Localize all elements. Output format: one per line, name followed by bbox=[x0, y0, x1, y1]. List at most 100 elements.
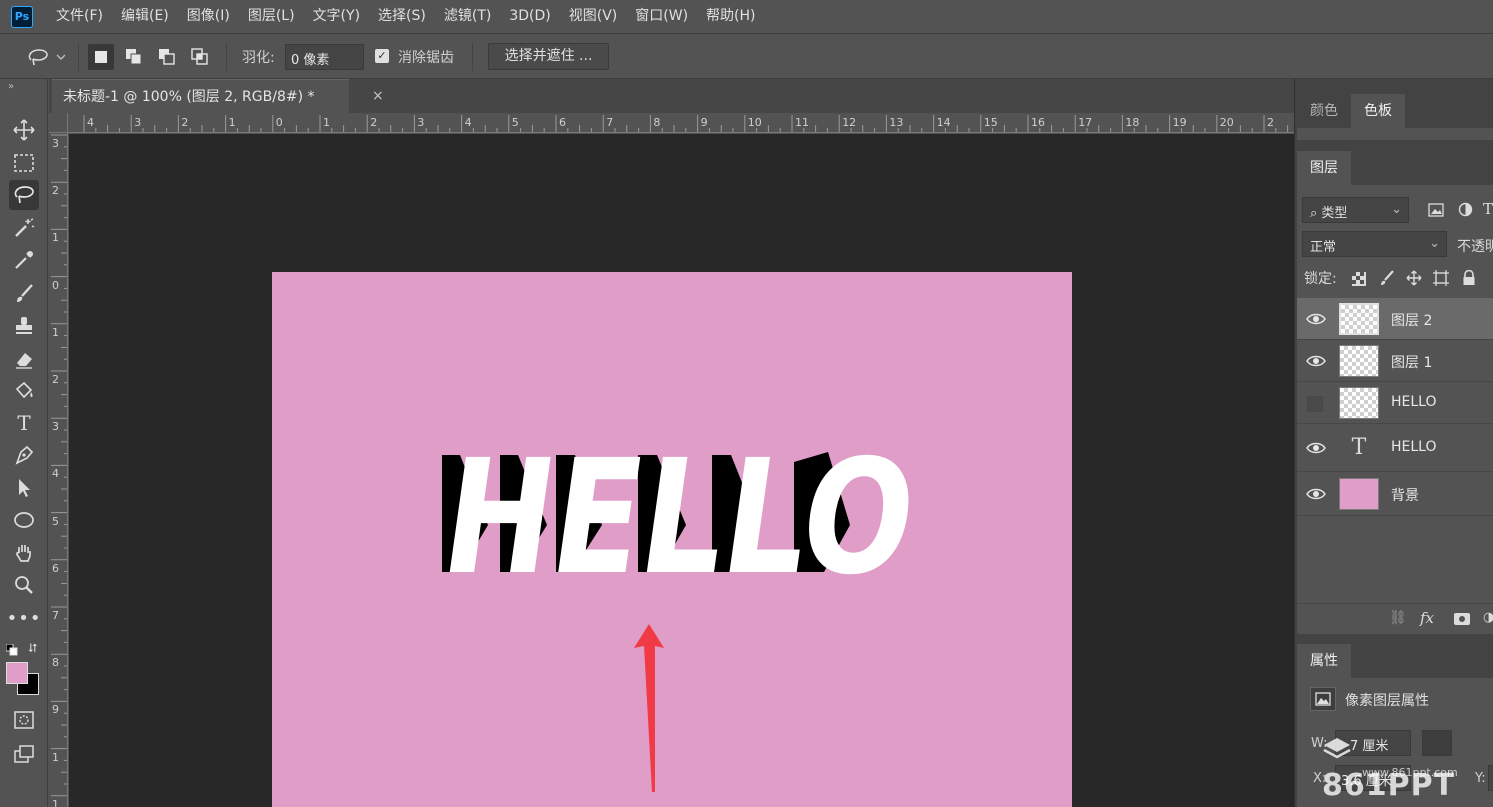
menu-layer[interactable]: 图层(L) bbox=[239, 0, 304, 33]
foreground-color-swatch[interactable] bbox=[6, 662, 28, 684]
marquee-tool-icon[interactable] bbox=[9, 148, 39, 178]
menu-file[interactable]: 文件(F) bbox=[47, 0, 112, 33]
tab-swatches[interactable]: 色板 bbox=[1351, 94, 1405, 128]
tab-layers[interactable]: 图层 bbox=[1297, 151, 1351, 185]
layer-row[interactable]: 图层 2 bbox=[1297, 298, 1493, 340]
layer-row[interactable]: HELLO bbox=[1297, 382, 1493, 424]
antialias-checkbox[interactable]: ✓ bbox=[375, 49, 389, 63]
photoshop-logo: Ps bbox=[11, 5, 33, 28]
menu-window[interactable]: 窗口(W) bbox=[626, 0, 697, 33]
ruler-tick-label: 4 bbox=[464, 116, 472, 129]
watermark-stack-icon bbox=[1323, 738, 1351, 759]
document-tab[interactable]: 未标题-1 @ 100% (图层 2, RGB/8#) * bbox=[52, 79, 349, 113]
menu-filter[interactable]: 滤镜(T) bbox=[435, 0, 500, 33]
document-canvas[interactable]: HELLO bbox=[272, 272, 1072, 807]
hello-artwork: HELLO bbox=[433, 427, 927, 610]
quick-mask-icon[interactable] bbox=[9, 705, 39, 735]
ruler-tick-label: 7 bbox=[606, 116, 614, 129]
brush-tool-icon[interactable] bbox=[9, 279, 39, 309]
ellipse-tool-icon[interactable] bbox=[9, 505, 39, 535]
ruler-tick-label: 19 bbox=[1172, 116, 1187, 129]
intersect-selection-icon[interactable] bbox=[187, 44, 213, 70]
adjustment-layer-icon[interactable]: ◑ bbox=[1483, 610, 1493, 625]
lock-position-icon[interactable] bbox=[1406, 270, 1422, 290]
screen-mode-icon[interactable] bbox=[9, 739, 39, 769]
subtract-from-selection-icon[interactable] bbox=[154, 44, 180, 70]
layer-row[interactable]: T HELLO bbox=[1297, 424, 1493, 472]
ruler-tick-label: 9 bbox=[700, 116, 708, 129]
canvas-workspace[interactable]: HELLO bbox=[69, 134, 1294, 807]
lock-transparency-icon[interactable] bbox=[1352, 271, 1366, 290]
layer-style-icon[interactable]: fx bbox=[1420, 609, 1434, 627]
search-icon: ⌕ bbox=[1310, 206, 1318, 221]
zoom-tool-icon[interactable] bbox=[9, 570, 39, 600]
move-tool-icon[interactable] bbox=[9, 115, 39, 145]
menu-edit[interactable]: 编辑(E) bbox=[112, 0, 178, 33]
type-tool-icon[interactable]: T bbox=[9, 408, 39, 438]
eraser-tool-icon[interactable] bbox=[9, 344, 39, 374]
ruler-tick-label: 16 bbox=[1031, 116, 1045, 129]
default-colors-icon[interactable] bbox=[5, 641, 18, 660]
layer-name[interactable]: 图层 2 bbox=[1391, 310, 1432, 330]
type-filter-icon[interactable]: T bbox=[1483, 200, 1493, 218]
swap-colors-icon[interactable]: ⮃ bbox=[28, 641, 38, 656]
menu-type[interactable]: 文字(Y) bbox=[304, 0, 369, 33]
menu-image[interactable]: 图像(I) bbox=[178, 0, 239, 33]
select-and-mask-button[interactable]: 选择并遮住 ... bbox=[488, 43, 609, 70]
menu-view[interactable]: 视图(V) bbox=[560, 0, 627, 33]
ruler-tick-label: 17 bbox=[1078, 116, 1093, 129]
visibility-eye-icon[interactable] bbox=[1306, 310, 1326, 328]
visibility-toggle-hidden[interactable] bbox=[1307, 396, 1323, 412]
ruler-tick-label: 8 bbox=[653, 116, 661, 129]
eyedropper-tool-icon[interactable] bbox=[9, 245, 39, 275]
layer-name[interactable]: HELLO bbox=[1391, 394, 1437, 410]
vertical-ruler: 3 2 1 0 1 2 3 4 5 6 7 8 9 1 1 bbox=[49, 133, 68, 807]
visibility-eye-icon[interactable] bbox=[1306, 439, 1326, 457]
lasso-preset-icon[interactable] bbox=[22, 44, 70, 70]
visibility-eye-icon[interactable] bbox=[1306, 352, 1326, 370]
ruler-tick-label: 1 bbox=[52, 797, 59, 807]
close-document-icon[interactable]: × bbox=[372, 79, 384, 113]
hand-tool-icon[interactable] bbox=[9, 538, 39, 568]
ruler-tick-label: 6 bbox=[559, 116, 566, 129]
ruler-tick-label: 0 bbox=[52, 278, 59, 292]
right-panel-dock: 颜色 色板 图层 ⌕ 类型 ⌄ T 正常 ⌄ 不透明 锁定: 图层 2 图层 1… bbox=[1294, 79, 1493, 807]
paint-bucket-tool-icon[interactable] bbox=[9, 376, 39, 406]
add-to-selection-icon[interactable] bbox=[121, 44, 147, 70]
layer-name[interactable]: HELLO bbox=[1391, 439, 1437, 455]
menu-select[interactable]: 选择(S) bbox=[369, 0, 435, 33]
path-selection-tool-icon[interactable] bbox=[9, 473, 39, 503]
layer-row[interactable]: 背景 bbox=[1297, 472, 1493, 516]
tab-properties[interactable]: 属性 bbox=[1297, 644, 1351, 678]
new-selection-icon[interactable] bbox=[88, 44, 114, 70]
feather-input[interactable]: 0 像素 bbox=[285, 44, 364, 70]
lock-all-icon[interactable] bbox=[1462, 269, 1476, 290]
layer-name[interactable]: 背景 bbox=[1391, 485, 1419, 505]
ruler-tick-label: 0 bbox=[275, 116, 283, 129]
tab-color[interactable]: 颜色 bbox=[1297, 94, 1351, 128]
ruler-origin[interactable] bbox=[49, 113, 68, 133]
lock-artboard-icon[interactable] bbox=[1433, 270, 1449, 290]
pen-tool-icon[interactable] bbox=[9, 440, 39, 470]
feather-label: 羽化: bbox=[242, 50, 275, 66]
layer-filter-dropdown[interactable]: ⌕ 类型 ⌄ bbox=[1302, 197, 1409, 223]
visibility-eye-icon[interactable] bbox=[1306, 485, 1326, 503]
layer-name[interactable]: 图层 1 bbox=[1391, 352, 1432, 372]
adjustment-filter-icon[interactable] bbox=[1458, 202, 1473, 221]
pixel-filter-icon[interactable] bbox=[1428, 202, 1444, 221]
menu-help[interactable]: 帮助(H) bbox=[697, 0, 764, 33]
ruler-tick-label: 4 bbox=[52, 467, 59, 481]
layer-row[interactable]: 图层 1 bbox=[1297, 340, 1493, 382]
ruler-tick-label: 4 bbox=[87, 116, 94, 129]
magic-wand-tool-icon[interactable] bbox=[9, 213, 39, 243]
collapse-toolbar-icon[interactable]: » bbox=[8, 81, 14, 92]
menu-3d[interactable]: 3D(D) bbox=[500, 0, 559, 33]
link-layers-icon[interactable]: ⛓ bbox=[1389, 610, 1407, 626]
lasso-tool-icon[interactable] bbox=[9, 180, 39, 210]
add-mask-icon[interactable] bbox=[1454, 613, 1470, 625]
stamp-tool-icon[interactable] bbox=[9, 311, 39, 341]
lock-pixels-icon[interactable] bbox=[1379, 270, 1395, 290]
more-tools-icon[interactable]: ••• bbox=[7, 603, 41, 633]
blend-mode-dropdown[interactable]: 正常 ⌄ bbox=[1302, 231, 1447, 257]
horizontal-ruler: 4 3 2 1 0 1 2 3 4 5 6 7 8 9 10 11 12 13 14 15 16 17 18 19 20 2 bbox=[68, 113, 1294, 133]
